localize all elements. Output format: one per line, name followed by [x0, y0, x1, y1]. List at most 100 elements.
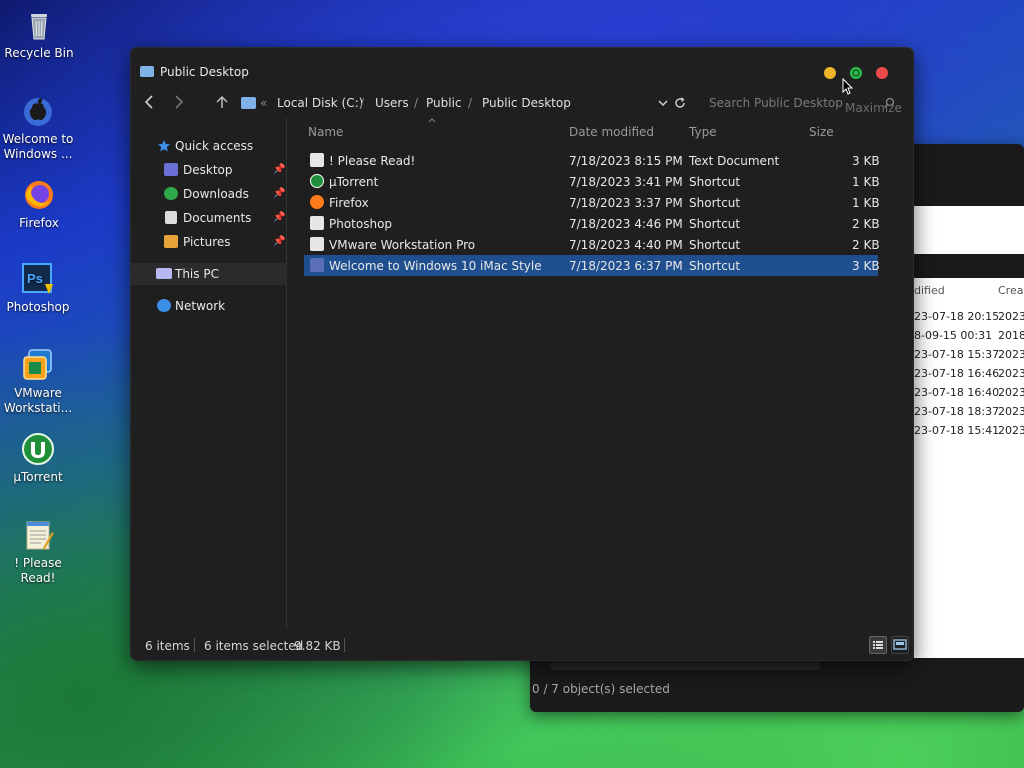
file-row[interactable]: Firefox 7/18/2023 3:37 PM Shortcut 1 KB [304, 192, 880, 213]
column-header-date-modified[interactable]: Date modified [569, 125, 654, 139]
sidebar-item-pictures[interactable]: Pictures 📌 [131, 231, 287, 253]
folder-icon [241, 97, 256, 109]
breadcrumb-local-disk[interactable]: Local Disk (C:) [277, 96, 363, 110]
search-input[interactable]: Search Public Desktop [709, 96, 843, 110]
file-row-selected[interactable]: Welcome to Windows 10 iMac Style 7/18/20… [304, 255, 880, 276]
status-divider [194, 638, 195, 652]
column-header-name[interactable]: Name [308, 125, 343, 139]
background-row[interactable]: 23-07-18 16:402023- [914, 384, 1024, 403]
shortcut-icon [310, 216, 324, 230]
selected-count: 6 items selected [204, 639, 304, 653]
chevron-left-icon [144, 95, 153, 109]
firefox-icon [22, 178, 56, 212]
desktop-icon-firefox[interactable]: Firefox [1, 178, 77, 231]
background-status-text: 0 / 7 object(s) selected [532, 682, 670, 696]
status-divider [344, 638, 345, 652]
apple-logo-icon [21, 94, 55, 128]
background-column-header: dified [914, 284, 945, 297]
back-button[interactable] [143, 94, 155, 113]
desktop-icon-vmware[interactable]: VMware Workstati... [0, 348, 76, 416]
refresh-button[interactable] [674, 96, 686, 112]
vmware-icon [21, 348, 55, 382]
minimize-button[interactable] [824, 67, 836, 79]
navigation-bar: « Local Disk (C:) / Users / Public / Pub… [131, 88, 913, 118]
utorrent-icon [310, 174, 324, 188]
background-row[interactable]: 23-07-18 15:412023- [914, 422, 1024, 441]
sidebar-item-desktop[interactable]: Desktop 📌 [131, 159, 287, 181]
details-view-button[interactable] [869, 636, 887, 654]
maximize-tooltip: Maximize [845, 101, 902, 115]
column-header-size[interactable]: Size [809, 125, 834, 139]
pictures-icon [164, 235, 178, 248]
firefox-icon [310, 195, 324, 209]
desktop-icon [164, 163, 178, 176]
desktop-icon-label: μTorrent [13, 470, 63, 484]
background-scrollbar[interactable] [550, 662, 820, 670]
desktop-icon-please-read[interactable]: ! Please Read! [0, 518, 76, 586]
network-icon [157, 299, 171, 312]
overflow-chevrons[interactable]: « [260, 96, 267, 110]
text-file-icon [310, 153, 324, 167]
pin-icon: 📌 [273, 236, 286, 247]
chevron-down-icon [658, 100, 668, 107]
breadcrumb-separator: / [360, 96, 365, 110]
address-dropdown-button[interactable] [657, 96, 669, 112]
background-row[interactable]: 23-07-18 18:372023- [914, 403, 1024, 422]
explorer-window[interactable]: Public Desktop « Local Disk (C:) / Users… [130, 47, 914, 661]
photoshop-icon: Ps [21, 262, 55, 296]
downloads-icon [164, 187, 178, 200]
notepad-icon [21, 518, 55, 552]
desktop-icon-welcome[interactable]: Welcome to Windows ... [0, 94, 76, 162]
up-button[interactable] [215, 94, 229, 113]
star-icon [158, 140, 170, 152]
background-file-list: dified Crea 23-07-18 20:152023- 8-09-15 0… [914, 278, 1024, 658]
desktop-icon-label: ! Please Read! [14, 556, 62, 585]
documents-icon [165, 211, 177, 224]
arrow-up-icon [216, 95, 228, 108]
sidebar-item-network[interactable]: Network [131, 295, 287, 317]
desktop-icon-label: Recycle Bin [4, 46, 74, 60]
pin-icon: 📌 [273, 164, 286, 175]
desktop-icon-photoshop[interactable]: Ps Photoshop [0, 262, 76, 315]
breadcrumb-users[interactable]: Users [375, 96, 409, 110]
close-button[interactable] [876, 67, 888, 79]
file-row[interactable]: μTorrent 7/18/2023 3:41 PM Shortcut 1 KB [304, 171, 880, 192]
status-bar: 6 items 6 items selected 9.82 KB [131, 628, 913, 660]
folder-icon [140, 66, 154, 77]
desktop-icon-label: Welcome to Windows ... [2, 132, 74, 161]
title-bar[interactable]: Public Desktop [131, 48, 913, 95]
desktop-icon-label: Photoshop [6, 300, 70, 314]
breadcrumb-separator: / [468, 96, 473, 110]
sidebar-item-quick-access[interactable]: Quick access [131, 135, 287, 157]
sidebar-item-downloads[interactable]: Downloads 📌 [131, 183, 287, 205]
selected-size: 9.82 KB [294, 639, 341, 653]
navigation-pane: Quick access Desktop 📌 Downloads 📌 Docum… [131, 118, 287, 628]
background-row[interactable]: 8-09-15 00:312018- [914, 327, 1024, 346]
sidebar-item-this-pc[interactable]: This PC [131, 263, 287, 285]
desktop-icon-utorrent[interactable]: μTorrent [0, 432, 76, 485]
utorrent-icon [21, 432, 55, 466]
large-icons-view-button[interactable] [891, 636, 909, 654]
breadcrumb-public-desktop[interactable]: Public Desktop [482, 96, 571, 110]
forward-button[interactable] [173, 94, 185, 113]
shortcut-icon [310, 237, 324, 251]
file-row[interactable]: VMware Workstation Pro 7/18/2023 4:40 PM… [304, 234, 880, 255]
background-row[interactable]: 23-07-18 15:372023- [914, 346, 1024, 365]
file-row[interactable]: Photoshop 7/18/2023 4:46 PM Shortcut 2 K… [304, 213, 880, 234]
desktop-icon-recycle-bin[interactable]: Recycle Bin [1, 8, 77, 61]
file-row[interactable]: ! Please Read! 7/18/2023 8:15 PM Text Do… [304, 150, 880, 171]
file-list: Name Date modified Type Size ! Please Re… [288, 118, 913, 628]
details-view-icon [873, 641, 883, 649]
large-icons-view-icon [893, 639, 907, 650]
desktop-icon-label: VMware Workstati... [3, 386, 73, 415]
breadcrumb-public[interactable]: Public [426, 96, 462, 110]
pin-icon: 📌 [273, 188, 286, 199]
window-title: Public Desktop [160, 65, 249, 79]
background-row[interactable]: 23-07-18 20:152023- [914, 308, 1024, 327]
column-header-type[interactable]: Type [689, 125, 717, 139]
sort-ascending-icon [428, 118, 436, 123]
background-row[interactable]: 23-07-18 16:462023- [914, 365, 1024, 384]
background-toolbar [914, 206, 1024, 254]
breadcrumb-separator: / [414, 96, 419, 110]
sidebar-item-documents[interactable]: Documents 📌 [131, 207, 287, 229]
